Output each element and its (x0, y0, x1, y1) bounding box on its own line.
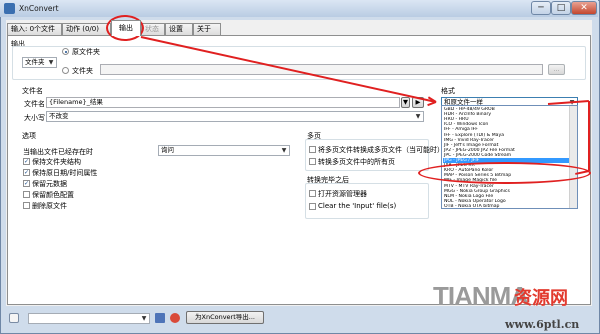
destination-select[interactable]: 文件夹 ▼ (22, 57, 57, 68)
option-checkbox-label: 保留元数据 (32, 180, 67, 188)
option-checkbox-label: 保留颜色配置 (32, 191, 74, 199)
option-checkbox[interactable]: ✓ (23, 169, 30, 176)
watermark-cn: 资源网 (514, 288, 568, 309)
chevron-down-icon: ▼ (403, 98, 408, 106)
clear-input-checkbox[interactable] (309, 203, 316, 210)
folder-path-input[interactable] (100, 64, 543, 75)
export-button[interactable]: 为XnConvert导出... (186, 311, 264, 324)
format-list-item[interactable]: OTB - Nokia OTA bitmap (443, 204, 571, 208)
format-dropdown-list[interactable]: GBD - HP-48/49 GROB HDR - ArcInfo Binary H… (441, 105, 578, 209)
save-icon[interactable] (155, 313, 165, 323)
multipage-checkbox-2[interactable] (309, 158, 316, 165)
file-exists-label: 当输出文件已经存在时 (23, 148, 93, 156)
open-explorer-label: 打开资源管理器 (318, 190, 367, 198)
radio-folder[interactable] (62, 67, 69, 74)
open-explorer-checkbox[interactable] (309, 190, 316, 197)
radio-folder-label: 文件夹 (72, 67, 93, 75)
app-logo-icon (4, 3, 15, 14)
export-button-label: 为XnConvert导出... (195, 313, 255, 321)
annotation-arrow (588, 101, 590, 171)
tab-about[interactable]: 关于 (193, 23, 221, 35)
tab-output[interactable]: 输出 (111, 20, 141, 36)
format-section-label: 格式 (441, 87, 455, 95)
watermark-url: www.6ptl.cn (505, 318, 580, 331)
destination-select-value: 文件夹 (25, 58, 45, 66)
multipage-checkbox-1-label: 将多页文件转换成多页文件（当可能时） (318, 146, 444, 154)
browse-button[interactable]: ... (548, 64, 565, 75)
option-checkbox[interactable]: ✓ (23, 158, 30, 165)
minimize-button[interactable]: ─ (531, 1, 551, 15)
option-checkbox-label: 保持原日期/时间属性 (32, 169, 98, 177)
options-section-label: 选项 (22, 132, 36, 140)
maximize-button[interactable]: □ (551, 1, 571, 15)
case-select[interactable]: 不改变 ▼ (46, 111, 424, 122)
option-checkbox[interactable] (23, 202, 30, 209)
chevron-down-icon: ▼ (415, 113, 421, 120)
case-select-value: 不改变 (49, 112, 69, 120)
delete-icon[interactable] (170, 313, 180, 323)
window-title: XnConvert (19, 4, 59, 13)
clear-input-label: Clear the 'Input' file(s) (318, 202, 397, 210)
multipage-checkbox-2-label: 转换多页文件中的所有页 (318, 158, 395, 166)
preset-select[interactable]: ▼ (28, 313, 150, 324)
case-label: 大小写 (24, 114, 45, 122)
option-checkbox[interactable]: ✓ (23, 180, 30, 187)
format-list-scrollbar[interactable] (569, 106, 577, 208)
chevron-down-icon: ▼ (281, 147, 287, 154)
radio-original-folder[interactable] (62, 48, 69, 55)
radio-original-folder-label: 原文件夹 (72, 48, 100, 56)
file-exists-select-value: 询问 (161, 146, 174, 154)
filename-section-label: 文件名 (22, 87, 43, 95)
option-checkbox-label: 删除原文件 (32, 202, 67, 210)
filename-dropdown-button[interactable]: ▼ (401, 97, 410, 108)
annotation-circle-format (418, 162, 591, 184)
file-exists-select[interactable]: 询问 ▼ (158, 145, 290, 156)
filename-input[interactable]: {Filename}_结果 (46, 97, 400, 108)
multipage-checkbox-1[interactable] (309, 146, 316, 153)
chevron-down-icon: ▼ (141, 315, 147, 322)
resize-grip-icon[interactable] (586, 326, 595, 332)
option-checkbox[interactable] (23, 191, 30, 198)
tab-status[interactable]: 状态 (141, 23, 165, 35)
tab-actions[interactable]: 动作 (0/0) (62, 23, 111, 35)
tab-settings[interactable]: 设置 (165, 23, 193, 35)
tab-input[interactable]: 输入: 0个文件 (7, 23, 62, 35)
menu-icon[interactable] (9, 313, 19, 323)
chevron-down-icon: ▼ (48, 59, 54, 66)
option-checkbox-label: 保持文件夹结构 (32, 158, 81, 166)
title-bar[interactable] (0, 0, 598, 17)
filename-label: 文件名 (24, 100, 45, 108)
close-button[interactable]: ✕ (571, 1, 597, 15)
